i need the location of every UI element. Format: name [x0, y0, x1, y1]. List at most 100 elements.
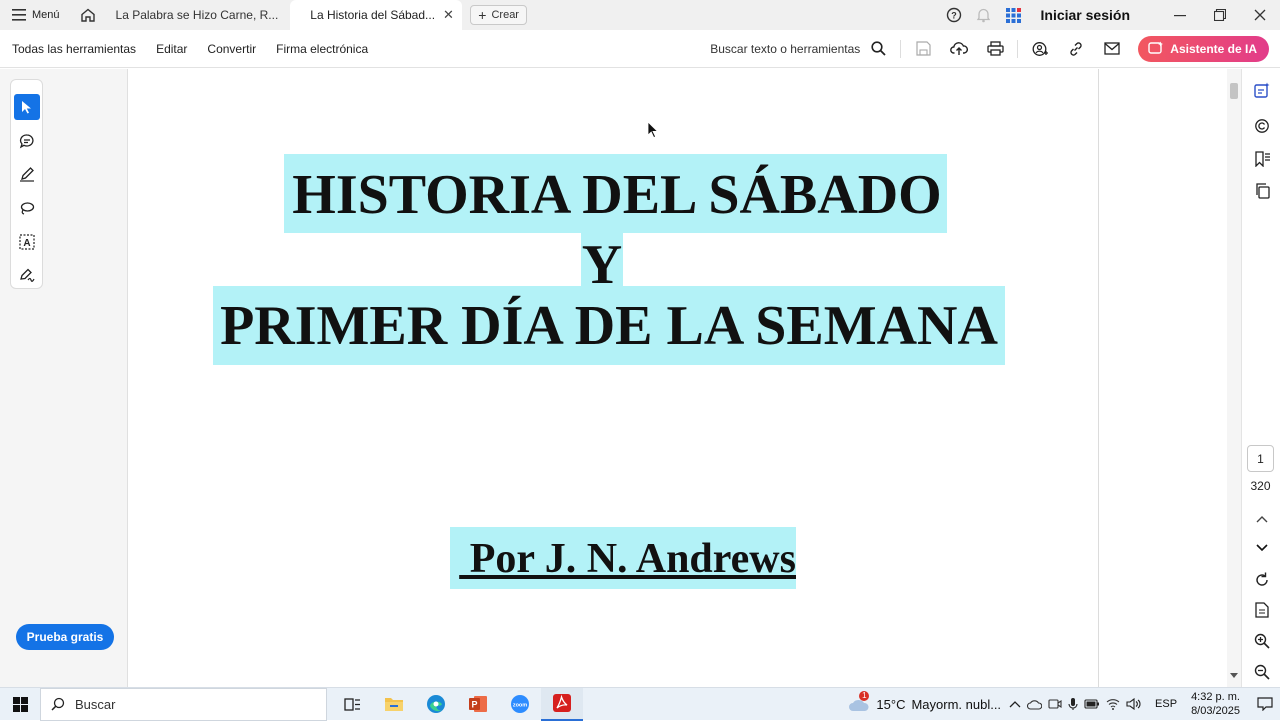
- acrobat-app[interactable]: [541, 687, 583, 721]
- scroll-down-arrow-icon[interactable]: [1230, 673, 1238, 679]
- right-rail: 1 320: [1241, 69, 1280, 687]
- powerpoint-app[interactable]: P: [457, 688, 499, 721]
- ai-assistant-label: Asistente de IA: [1170, 41, 1257, 56]
- comment-icon: [19, 133, 34, 148]
- draw-tool[interactable]: [14, 195, 40, 221]
- menu-edit[interactable]: Editar: [156, 42, 187, 56]
- signature-pen-icon: [19, 268, 35, 283]
- edge-icon: [427, 695, 445, 713]
- battery-icon[interactable]: [1084, 699, 1100, 709]
- print-icon[interactable]: [982, 36, 1008, 62]
- volume-icon[interactable]: [1126, 698, 1141, 710]
- start-button[interactable]: [0, 688, 40, 721]
- system-clock[interactable]: 4:32 p. m. 8/03/2025: [1191, 690, 1240, 718]
- ai-assistant-button[interactable]: Asistente de IA: [1138, 35, 1269, 62]
- language-indicator[interactable]: ESP: [1155, 698, 1177, 710]
- minimize-button[interactable]: [1160, 0, 1200, 30]
- scroll-thumb[interactable]: [1230, 83, 1238, 99]
- svg-text:?: ?: [951, 11, 957, 21]
- windows-taskbar: Buscar P zoom 1 15°C Mayorm. nubl... ESP: [0, 687, 1280, 721]
- task-view-button[interactable]: [331, 688, 373, 721]
- zoom-in-icon: [1254, 633, 1270, 649]
- notifications-icon[interactable]: [972, 3, 996, 27]
- ai-summary-button[interactable]: [1250, 78, 1274, 102]
- link-icon[interactable]: [1063, 36, 1089, 62]
- page-fit-button[interactable]: [1250, 598, 1274, 622]
- zoom-out-button[interactable]: [1250, 660, 1274, 684]
- close-window-button[interactable]: [1240, 0, 1280, 30]
- create-button[interactable]: + Crear: [470, 5, 527, 25]
- document-gutter: [1099, 69, 1227, 687]
- powerpoint-icon: P: [469, 696, 487, 712]
- sign-tool[interactable]: [14, 262, 40, 288]
- page-fit-icon: [1255, 602, 1269, 618]
- taskbar-search[interactable]: Buscar: [40, 687, 327, 721]
- share-user-icon[interactable]: [1027, 36, 1053, 62]
- menu-e-signature[interactable]: Firma electrónica: [276, 42, 368, 56]
- mouse-pointer-icon: [647, 121, 659, 139]
- menu-convert[interactable]: Convertir: [207, 42, 256, 56]
- rotate-icon: [1256, 572, 1268, 586]
- menu-label: Menú: [32, 9, 60, 21]
- meet-now-icon[interactable]: [1048, 697, 1062, 711]
- vertical-scrollbar[interactable]: [1227, 69, 1241, 687]
- system-tray: ESP: [1009, 697, 1177, 711]
- upload-cloud-icon[interactable]: [946, 36, 972, 62]
- menu-button[interactable]: Menú: [0, 0, 72, 30]
- quick-tools-bar: A: [10, 79, 43, 289]
- comments-icon: [1255, 119, 1269, 133]
- signin-button[interactable]: Iniciar sesión: [1041, 7, 1130, 23]
- wifi-icon[interactable]: [1106, 698, 1120, 710]
- highlight-tool[interactable]: [14, 161, 40, 187]
- home-button[interactable]: [72, 0, 104, 30]
- notification-center-button[interactable]: [1250, 688, 1280, 721]
- menu-all-tools[interactable]: Todas las herramientas: [12, 42, 136, 56]
- search-icon[interactable]: [865, 36, 891, 62]
- microphone-icon[interactable]: [1068, 697, 1078, 711]
- ai-summary-icon: [1254, 82, 1270, 98]
- search-tools-label[interactable]: Buscar texto o herramientas: [710, 42, 860, 56]
- tab-document-2[interactable]: La Historia del Sábad... ✕: [290, 0, 463, 30]
- title-line-3: PRIMER DÍA DE LA SEMANA: [220, 295, 998, 357]
- close-tab-icon[interactable]: ✕: [443, 7, 454, 23]
- minimize-icon: [1174, 15, 1186, 17]
- next-page-button[interactable]: [1250, 536, 1274, 560]
- left-tool-panel: A Prueba gratis: [0, 69, 128, 687]
- bookmarks-button[interactable]: [1250, 147, 1274, 171]
- svg-text:zoom: zoom: [513, 702, 527, 708]
- mail-icon[interactable]: [1099, 36, 1125, 62]
- title-line-1: HISTORIA DEL SÁBADO: [292, 164, 942, 226]
- main-toolbar: Todas las herramientas Editar Convertir …: [0, 30, 1280, 68]
- zoom-in-button[interactable]: [1250, 629, 1274, 653]
- previous-page-button[interactable]: [1250, 507, 1274, 531]
- help-icon[interactable]: ?: [942, 3, 966, 27]
- current-page-input[interactable]: 1: [1247, 445, 1274, 472]
- chevron-down-icon: [1256, 544, 1268, 552]
- free-trial-button[interactable]: Prueba gratis: [16, 624, 114, 650]
- edge-browser-app[interactable]: [415, 688, 457, 721]
- tab-document-1[interactable]: La Palabra se Hizo Carne, R...: [104, 0, 291, 30]
- clock-time: 4:32 p. m.: [1191, 691, 1240, 703]
- text-select-tool[interactable]: A: [14, 229, 40, 255]
- plus-icon: +: [478, 7, 487, 23]
- tab-label: La Historia del Sábad...: [310, 8, 436, 22]
- save-icon[interactable]: [910, 36, 936, 62]
- rotate-button[interactable]: [1250, 568, 1274, 592]
- taskbar-search-placeholder: Buscar: [75, 696, 116, 712]
- task-view-icon: [343, 697, 360, 711]
- chevron-up-icon: [1256, 516, 1268, 523]
- apps-grid-icon[interactable]: [1002, 3, 1026, 27]
- weather-widget[interactable]: 1 15°C Mayorm. nubl...: [848, 691, 1001, 713]
- tab-bar: Menú La Palabra se Hizo Carne, R... La H…: [0, 0, 1280, 30]
- onedrive-cloud-icon[interactable]: [1027, 699, 1043, 710]
- zoom-app[interactable]: zoom: [499, 688, 541, 721]
- comments-panel-button[interactable]: [1250, 114, 1274, 138]
- file-explorer-app[interactable]: [373, 688, 415, 721]
- restore-button[interactable]: [1200, 0, 1240, 30]
- pages-thumbnails-button[interactable]: [1250, 179, 1274, 203]
- folder-icon: [385, 698, 403, 711]
- tab-label: La Palabra se Hizo Carne, R...: [115, 8, 279, 22]
- select-tool[interactable]: [13, 94, 40, 120]
- chevron-up-icon[interactable]: [1009, 700, 1021, 708]
- comment-tool[interactable]: [14, 128, 40, 154]
